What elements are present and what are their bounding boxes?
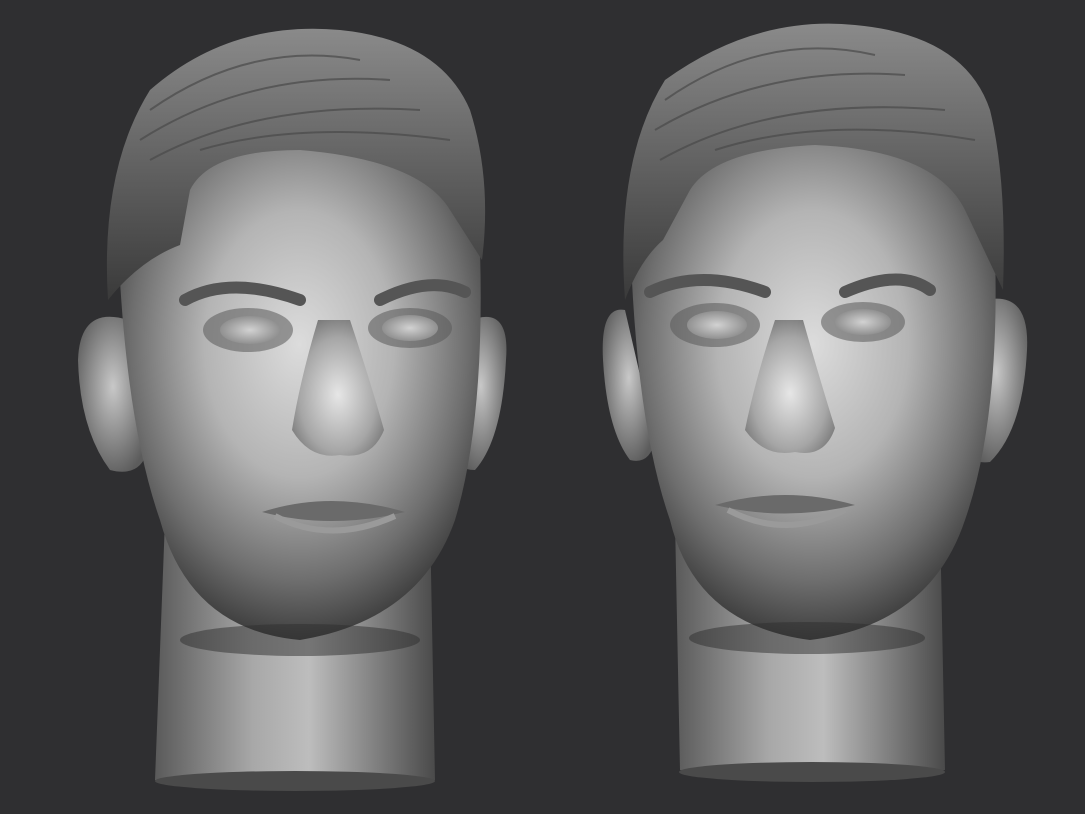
- sculpt-render-a: [0, 0, 540, 814]
- eye-left: [220, 316, 280, 344]
- neck-base: [679, 762, 945, 782]
- eye-right: [835, 309, 891, 335]
- eye-right: [382, 315, 438, 341]
- sculpt-viewport: [0, 0, 1085, 814]
- head-sculpt-b: [602, 23, 1028, 782]
- chin-shadow: [689, 622, 925, 654]
- sculpt-render-b: [545, 0, 1085, 814]
- neck-base: [155, 771, 435, 791]
- head-sculpt-a: [78, 28, 507, 791]
- chin-shadow: [180, 624, 420, 656]
- eye-left: [687, 311, 747, 339]
